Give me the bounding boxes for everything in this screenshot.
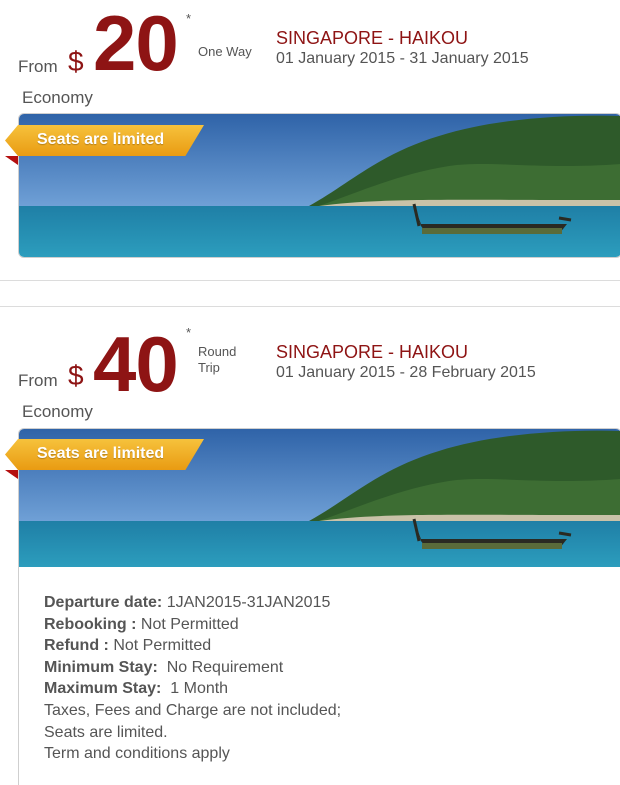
route-link[interactable]: SINGAPORE - HAIKOU bbox=[276, 342, 468, 363]
rebooking-row: Rebooking : Not Permitted bbox=[44, 616, 239, 634]
cabin-class: Economy bbox=[22, 402, 93, 421]
fare-details: Departure date: 1JAN2015-31JAN2015 Reboo… bbox=[18, 566, 620, 785]
travel-dates: 01 January 2015 - 31 January 2015 bbox=[276, 50, 529, 67]
trip-type: Round Trip bbox=[198, 344, 237, 375]
currency-symbol: $ bbox=[68, 360, 84, 391]
minimum-stay-label: Minimum Stay: bbox=[44, 659, 158, 676]
trip-type: One Way bbox=[198, 44, 252, 59]
rebooking-label: Rebooking : bbox=[44, 616, 137, 633]
departure-date-value: 1JAN2015-31JAN2015 bbox=[162, 594, 331, 611]
price-asterisk: * bbox=[186, 11, 192, 26]
refund-label: Refund : bbox=[44, 637, 109, 654]
maximum-stay-row: Maximum Stay: 1 Month bbox=[44, 680, 228, 698]
ribbon-label: Seats are limited bbox=[37, 131, 165, 148]
price-value: 40 bbox=[93, 320, 179, 408]
minimum-stay-row: Minimum Stay: No Requirement bbox=[44, 659, 283, 677]
seats-note: Seats are limited. bbox=[44, 724, 168, 741]
ribbon-notch bbox=[5, 125, 18, 156]
terms-note[interactable]: Term and conditions apply bbox=[44, 745, 230, 763]
maximum-stay-label: Maximum Stay: bbox=[44, 680, 162, 697]
ribbon-fold bbox=[5, 156, 18, 165]
offer-card[interactable]: From $ 40 * Round Trip SINGAPORE - HAIKOU… bbox=[0, 306, 620, 785]
ribbon-fold bbox=[5, 470, 18, 479]
minimum-stay-value: No Requirement bbox=[157, 659, 284, 676]
offer-card[interactable]: From $ 20 * One Way SINGAPORE - HAIKOU 0… bbox=[0, 0, 620, 281]
price-asterisk: * bbox=[186, 325, 192, 340]
departure-date-row: Departure date: 1JAN2015-31JAN2015 bbox=[44, 594, 330, 612]
cabin-class: Economy bbox=[22, 88, 93, 107]
from-label: From bbox=[18, 371, 58, 390]
maximum-stay-value: 1 Month bbox=[161, 680, 229, 697]
ribbon-notch bbox=[5, 439, 18, 470]
route-link[interactable]: SINGAPORE - HAIKOU bbox=[276, 28, 468, 49]
rebooking-value: Not Permitted bbox=[136, 616, 239, 633]
travel-dates: 01 January 2015 - 28 February 2015 bbox=[276, 364, 536, 381]
currency-symbol: $ bbox=[68, 46, 84, 77]
price-value: 20 bbox=[93, 0, 179, 87]
refund-row: Refund : Not Permitted bbox=[44, 637, 211, 655]
departure-date-label: Departure date: bbox=[44, 594, 163, 611]
refund-value: Not Permitted bbox=[108, 637, 212, 654]
taxes-note: Taxes, Fees and Charge are not included; bbox=[44, 702, 342, 719]
from-label: From bbox=[18, 57, 58, 76]
ribbon-label: Seats are limited bbox=[37, 445, 165, 462]
